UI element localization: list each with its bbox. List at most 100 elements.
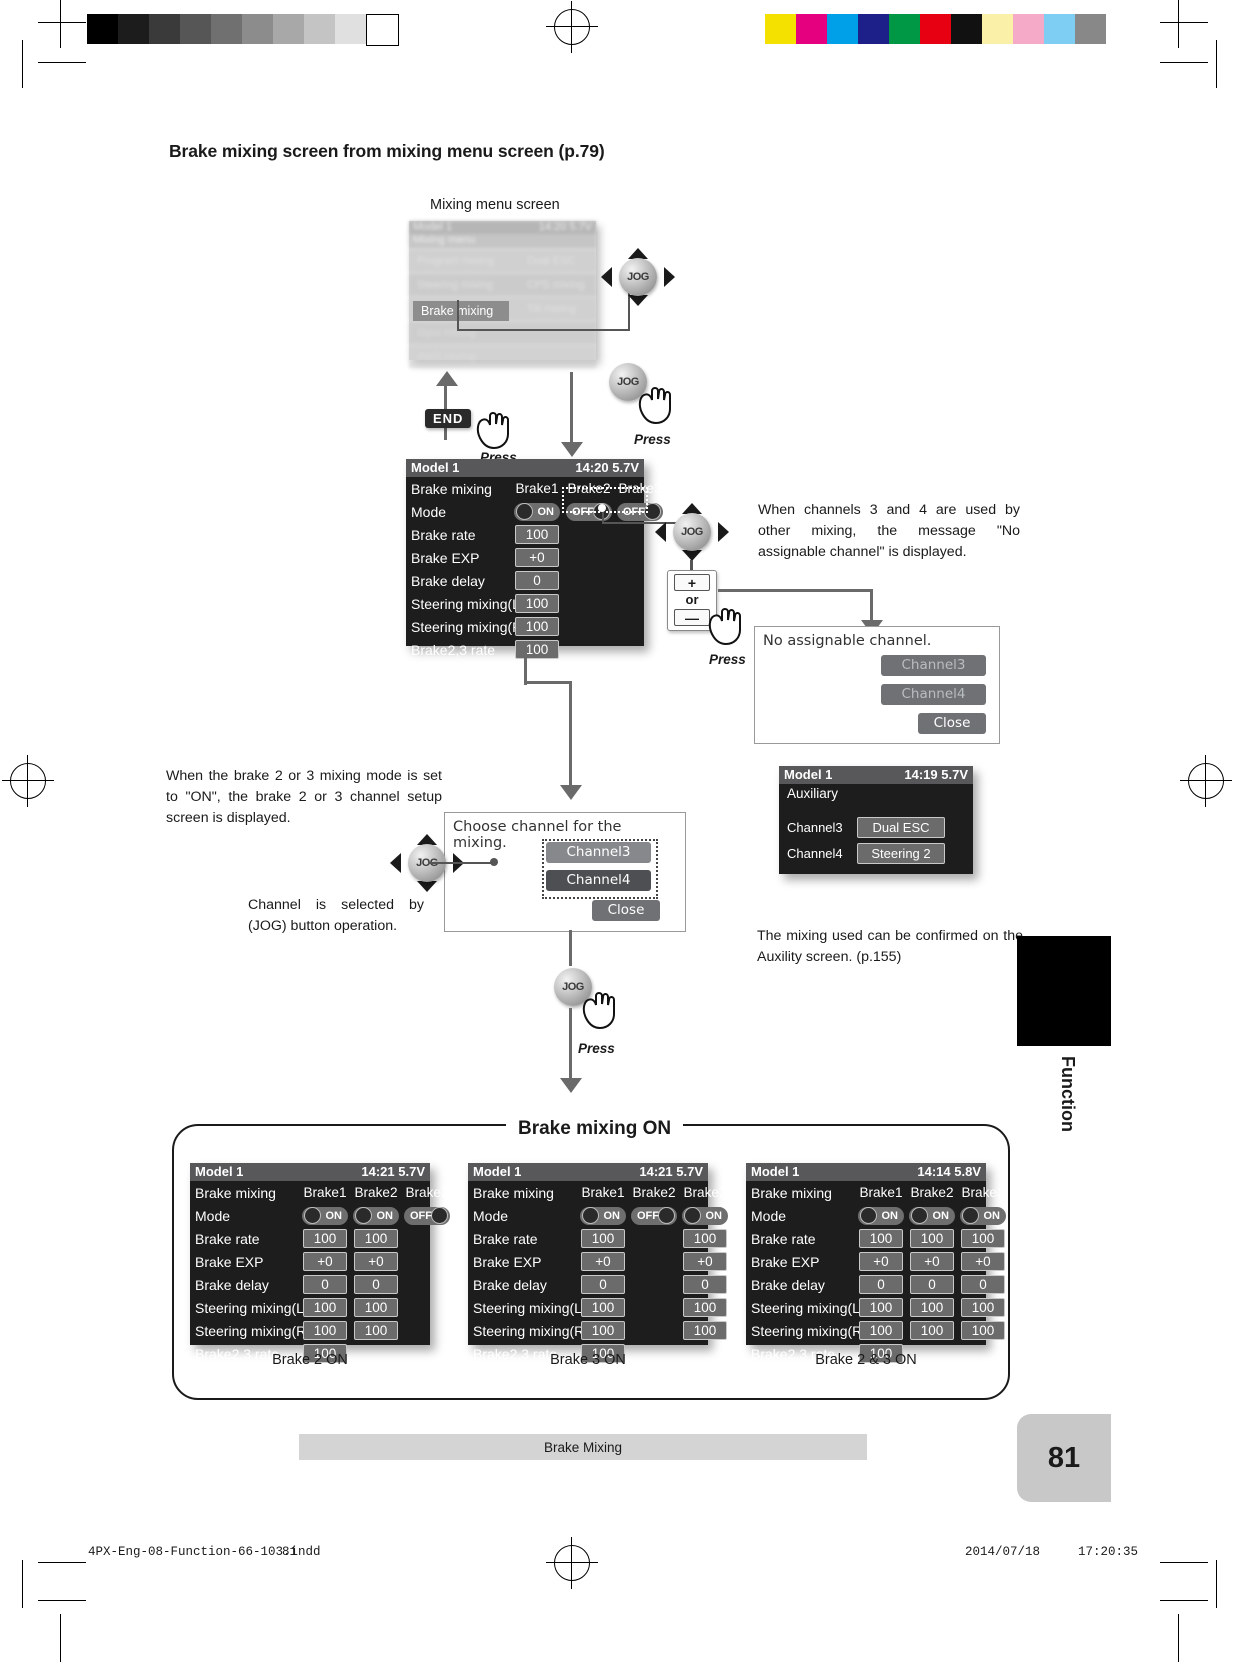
menu-item-4ws-mixing[interactable]: 4WS mixing: [409, 351, 527, 363]
row-steering-mixing-r: Steering mixing(R) 100 100 100: [746, 1319, 1005, 1342]
value-cell[interactable]: 0: [515, 571, 559, 590]
jog-control-brake[interactable]: JOG: [655, 503, 729, 561]
mode-switch-brake3[interactable]: OFF: [404, 1206, 450, 1225]
value-cell[interactable]: 100: [910, 1229, 954, 1248]
jog-left-arrow-icon[interactable]: [390, 853, 401, 873]
side-black-tab: [1017, 936, 1111, 1046]
caption-brake2-on: Brake 2 ON: [272, 1352, 348, 1368]
aux-title: Auxiliary: [787, 786, 839, 801]
row-label: Brake EXP: [751, 1253, 820, 1270]
jog-control-menu[interactable]: JOG: [601, 248, 675, 306]
mode-switch-brake2[interactable]: OFF: [631, 1206, 677, 1225]
jog-right-arrow-icon[interactable]: [664, 267, 675, 287]
value-cell[interactable]: 100: [515, 594, 559, 613]
value-cell[interactable]: 0: [910, 1275, 954, 1294]
end-key-button[interactable]: END: [425, 409, 472, 428]
menu-item-cps-mixing[interactable]: CPS mixing: [527, 279, 584, 291]
row-steering-mixing-r: Steering mixing(R) 100 100: [468, 1319, 727, 1342]
dialog-button-channel4[interactable]: Channel4: [881, 684, 986, 705]
switch-knob-icon: [684, 1207, 701, 1224]
jog-left-arrow-icon[interactable]: [655, 522, 666, 542]
flow-line: [569, 681, 572, 789]
value-cell[interactable]: 100: [859, 1298, 903, 1317]
value-cell[interactable]: 0: [303, 1275, 347, 1294]
value-cell[interactable]: 100: [910, 1321, 954, 1340]
row-brake-exp: Brake EXP +0: [406, 546, 644, 569]
brake-screen-brake2-on: Model 1 14:21 5.7V Brake mixing Brake1 Brake…: [190, 1163, 450, 1363]
value-cell[interactable]: 100: [961, 1321, 1005, 1340]
value-cell[interactable]: 100: [910, 1298, 954, 1317]
value-cell[interactable]: 100: [859, 1321, 903, 1340]
plus-key-button[interactable]: +: [674, 574, 710, 591]
dialog-close-button[interactable]: Close: [592, 900, 660, 921]
mode-switch-brake1[interactable]: ON: [580, 1206, 626, 1225]
value-cell[interactable]: 0: [961, 1275, 1005, 1294]
value-cell[interactable]: 100: [581, 1229, 625, 1248]
value-cell[interactable]: 0: [683, 1275, 727, 1294]
value-cell[interactable]: 0: [859, 1275, 903, 1294]
caption-brake2and3-on: Brake 2 & 3 ON: [815, 1352, 917, 1368]
value-cell[interactable]: 100: [581, 1298, 625, 1317]
value-cell[interactable]: 100: [515, 640, 559, 659]
column-header-brake2: Brake2: [354, 1185, 398, 1200]
column-header-brake1: Brake1: [581, 1185, 625, 1200]
screen-titlebar: Model 1 14:21 5.7V: [468, 1163, 708, 1181]
jog-right-arrow-icon[interactable]: [718, 522, 729, 542]
value-cell[interactable]: 100: [354, 1298, 398, 1317]
value-cell[interactable]: 100: [683, 1298, 727, 1317]
switch-state-label: ON: [705, 1209, 723, 1222]
value-cell[interactable]: 100: [961, 1229, 1005, 1248]
value-cell[interactable]: 100: [303, 1321, 347, 1340]
value-cell[interactable]: 100: [859, 1229, 903, 1248]
value-cell[interactable]: +0: [303, 1252, 347, 1271]
aux-row-value-channel4[interactable]: Steering 2: [857, 843, 945, 864]
value-cell[interactable]: +0: [581, 1252, 625, 1271]
dialog-close-button[interactable]: Close: [918, 713, 986, 734]
jog-down-arrow-icon[interactable]: [417, 881, 437, 892]
note-no-assignable: When channels 3 and 4 are used by other …: [758, 502, 1020, 560]
jog-left-arrow-icon[interactable]: [601, 267, 612, 287]
value-cell[interactable]: 100: [303, 1298, 347, 1317]
dialog-button-channel3[interactable]: Channel3: [546, 842, 651, 863]
mode-switch-brake1[interactable]: ON: [302, 1206, 348, 1225]
mode-switch-brake3[interactable]: ON: [682, 1206, 728, 1225]
aux-row-value-channel3[interactable]: Dual ESC: [857, 817, 945, 838]
value-cell[interactable]: 100: [581, 1321, 625, 1340]
value-cell[interactable]: 100: [961, 1298, 1005, 1317]
mode-switch-brake3[interactable]: ON: [960, 1206, 1006, 1225]
mixing-menu-subtitle: Mixing menu: [409, 234, 596, 248]
jog-down-arrow-icon[interactable]: [628, 295, 648, 306]
menu-item-tilt-mixing[interactable]: Tilt mixing: [527, 303, 576, 315]
switch-knob-icon: [516, 503, 533, 520]
mode-switch-brake2[interactable]: ON: [353, 1206, 399, 1225]
menu-item-brake-mixing-selected[interactable]: Brake mixing: [413, 301, 509, 321]
screen-time: 14:21 5.7V: [639, 1164, 703, 1179]
jog-button[interactable]: JOG: [673, 513, 711, 551]
value-cell[interactable]: +0: [961, 1252, 1005, 1271]
mode-switch-brake1[interactable]: ON: [858, 1206, 904, 1225]
value-cell[interactable]: 100: [515, 525, 559, 544]
value-cell[interactable]: 100: [354, 1321, 398, 1340]
value-cell[interactable]: 100: [683, 1321, 727, 1340]
mode-switch-brake1[interactable]: ON: [514, 502, 560, 521]
dialog-button-channel3[interactable]: Channel3: [881, 655, 986, 676]
switch-state-label: OFF: [637, 1209, 659, 1222]
menu-item-program-mixing[interactable]: Program mixing: [409, 255, 527, 267]
mode-switch-brake2[interactable]: ON: [909, 1206, 955, 1225]
value-cell[interactable]: 0: [354, 1275, 398, 1294]
value-cell[interactable]: 0: [581, 1275, 625, 1294]
value-cell[interactable]: 100: [683, 1229, 727, 1248]
value-cell[interactable]: +0: [683, 1252, 727, 1271]
value-cell[interactable]: +0: [859, 1252, 903, 1271]
value-cell[interactable]: 100: [354, 1229, 398, 1248]
dialog-button-channel4[interactable]: Channel4: [546, 870, 651, 891]
switch-state-label: ON: [325, 1209, 343, 1222]
menu-item-steering-mixing[interactable]: Steering mixing: [409, 279, 527, 291]
value-cell[interactable]: 100: [515, 617, 559, 636]
value-cell[interactable]: 100: [303, 1229, 347, 1248]
jog-button[interactable]: JOG: [619, 258, 657, 296]
value-cell[interactable]: +0: [354, 1252, 398, 1271]
value-cell[interactable]: +0: [910, 1252, 954, 1271]
menu-item-dual-esc[interactable]: Dual ESC: [527, 255, 575, 267]
value-cell[interactable]: +0: [515, 548, 559, 567]
